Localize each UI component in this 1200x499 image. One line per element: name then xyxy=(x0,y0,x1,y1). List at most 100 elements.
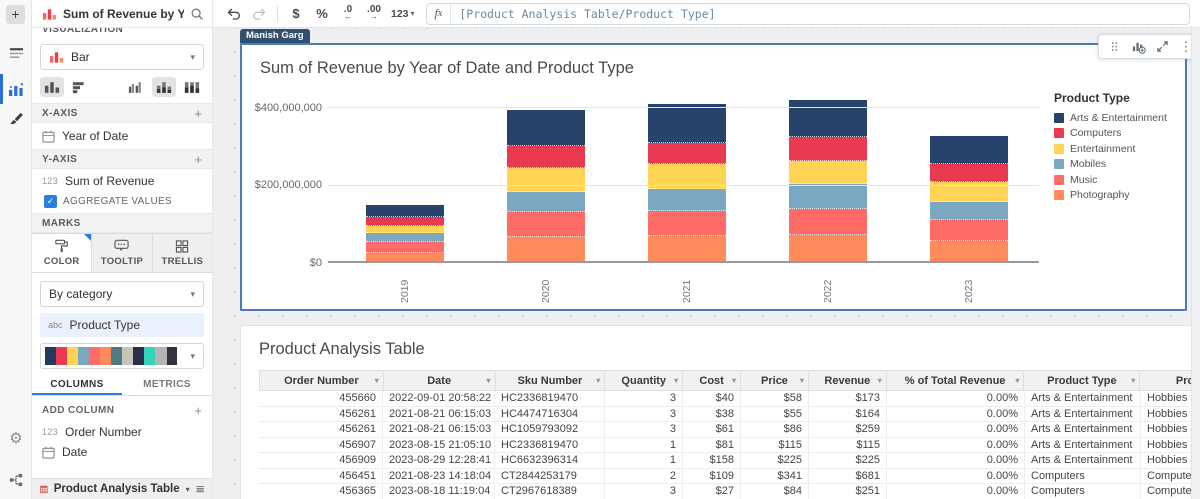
bar-segment-computers[interactable] xyxy=(648,143,726,164)
table-row[interactable]: 4562612021-08-21 06:15:03HC44747163043$3… xyxy=(259,407,1200,423)
table-cell[interactable]: CT2967618389 xyxy=(495,484,605,499)
redo-icon[interactable] xyxy=(247,3,271,25)
sort-caret-icon[interactable]: ▾ xyxy=(800,376,804,385)
table-cell[interactable]: 2023-08-15 21:05:10 xyxy=(383,438,495,453)
table-cell[interactable]: 2021-08-23 14:18:04 xyxy=(383,469,495,484)
table-header-cell[interactable]: Quantity▾ xyxy=(605,371,683,390)
table-header-cell[interactable]: Cost▾ xyxy=(683,371,741,390)
search-icon[interactable] xyxy=(190,7,204,21)
table-cell[interactable]: $58 xyxy=(741,391,809,406)
table-cell[interactable]: Arts & Entertainment xyxy=(1025,422,1141,437)
page-list-icon[interactable] xyxy=(0,40,32,66)
settings-gear-icon[interactable]: ⚙ xyxy=(0,425,32,451)
table-cell[interactable]: $225 xyxy=(809,453,887,468)
stacked-bar-2019[interactable] xyxy=(366,205,444,263)
bar-segment-mobiles[interactable] xyxy=(366,233,444,242)
tab-columns[interactable]: COLUMNS xyxy=(32,374,122,395)
maximize-icon[interactable] xyxy=(1151,36,1173,57)
bar-segment-photography[interactable] xyxy=(930,241,1008,263)
table-row[interactable]: 4569072023-08-15 21:05:10HC23368194701$8… xyxy=(259,438,1200,454)
bar-segment-photography[interactable] xyxy=(507,237,585,263)
column-item-date[interactable]: Date xyxy=(32,442,212,462)
bar-segment-arts-entertainment[interactable] xyxy=(648,104,726,142)
table-cell[interactable]: $115 xyxy=(809,438,887,453)
stacked-bar-2022[interactable] xyxy=(789,100,867,263)
bar-segment-mobiles[interactable] xyxy=(507,192,585,212)
stacked-bar-icon[interactable] xyxy=(152,77,176,97)
percent-format-button[interactable]: % xyxy=(310,3,334,25)
table-cell[interactable]: Computers xyxy=(1025,484,1141,499)
aggregate-values-row[interactable]: ✓ AGGREGATE VALUES xyxy=(32,193,212,213)
add-y-axis-icon[interactable]: + xyxy=(194,152,202,167)
table-cell[interactable]: Computers xyxy=(1025,469,1141,484)
table-cell[interactable]: 0.00% xyxy=(887,407,1025,422)
grouped-bar-icon[interactable] xyxy=(124,77,148,97)
table-cell[interactable]: 3 xyxy=(605,391,683,406)
table-cell[interactable]: 0.00% xyxy=(887,422,1025,437)
table-cell[interactable]: 2 xyxy=(605,469,683,484)
y-axis-field[interactable]: 123 Sum of Revenue xyxy=(32,169,212,193)
chart-element[interactable]: Sum of Revenue by Year of Date and Produ… xyxy=(240,43,1187,311)
table-cell[interactable]: 456451 xyxy=(259,469,383,484)
legend-item[interactable]: Mobiles xyxy=(1054,157,1186,173)
sort-caret-icon[interactable]: ▾ xyxy=(487,376,491,385)
table-cell[interactable]: 0.00% xyxy=(887,438,1025,453)
table-cell[interactable]: 3 xyxy=(605,407,683,422)
column-item-order-number[interactable]: 123 Order Number xyxy=(32,422,212,442)
number-format-dropdown[interactable]: 123▾ xyxy=(388,3,418,25)
horizontal-bar-icon[interactable] xyxy=(68,77,92,97)
table-cell[interactable]: 2023-08-18 11:19:04 xyxy=(383,484,495,499)
stacked-100-bar-icon[interactable] xyxy=(180,77,204,97)
bar-segment-music[interactable] xyxy=(648,211,726,236)
formula-bar[interactable]: fx [Product Analysis Table/Product Type] xyxy=(426,3,1190,25)
table-cell[interactable]: $681 xyxy=(809,469,887,484)
sort-caret-icon[interactable]: ▾ xyxy=(596,376,600,385)
add-x-axis-icon[interactable]: + xyxy=(194,106,202,121)
formula-input[interactable]: [Product Analysis Table/Product Type] xyxy=(451,7,723,21)
table-cell[interactable]: $259 xyxy=(809,422,887,437)
bar-segment-music[interactable] xyxy=(366,242,444,252)
table-element[interactable]: Product Analysis Table Order Number▾Date… xyxy=(240,325,1200,499)
table-cell[interactable]: Arts & Entertainment xyxy=(1025,453,1141,468)
table-cell[interactable]: $61 xyxy=(683,422,741,437)
sort-caret-icon[interactable]: ▾ xyxy=(878,376,882,385)
table-cell[interactable]: 456907 xyxy=(259,438,383,453)
legend-item[interactable]: Photography xyxy=(1054,188,1186,204)
table-cell[interactable]: $251 xyxy=(809,484,887,499)
table-row[interactable]: 4564512021-08-23 14:18:04CT28442531792$1… xyxy=(259,469,1200,485)
table-cell[interactable]: $225 xyxy=(741,453,809,468)
format-brush-icon[interactable] xyxy=(0,106,32,132)
bar-segment-entertainment[interactable] xyxy=(648,164,726,190)
table-cell[interactable]: 2023-08-29 12:28:41 xyxy=(383,453,495,468)
table-header-cell[interactable]: Order Number▾ xyxy=(260,371,384,390)
table-header-cell[interactable]: Revenue▾ xyxy=(809,371,887,390)
tab-tooltip[interactable]: TOOLTIP xyxy=(92,234,152,272)
explore-chart-icon[interactable] xyxy=(1127,36,1149,57)
table-cell[interactable]: $341 xyxy=(741,469,809,484)
table-cell[interactable]: Arts & Entertainment xyxy=(1025,391,1141,406)
palette-select[interactable]: ▾ xyxy=(40,343,204,369)
table-cell[interactable]: HC6632396314 xyxy=(495,453,605,468)
table-cell[interactable]: Arts & Entertainment xyxy=(1025,407,1141,422)
chart-type-select[interactable]: Bar ▾ xyxy=(40,44,204,70)
table-header-cell[interactable]: Price▾ xyxy=(741,371,809,390)
table-cell[interactable]: HC4474716304 xyxy=(495,407,605,422)
legend-item[interactable]: Computers xyxy=(1054,126,1186,142)
table-cell[interactable]: 0.00% xyxy=(887,484,1025,499)
bar-segment-photography[interactable] xyxy=(789,235,867,263)
table-header-cell[interactable]: % of Total Revenue▾ xyxy=(887,371,1025,390)
table-row[interactable]: 4556602022-09-01 20:58:22HC23368194703$4… xyxy=(259,391,1200,407)
tab-metrics[interactable]: METRICS xyxy=(122,374,212,395)
chevron-down-icon[interactable]: ▾ xyxy=(186,485,190,494)
table-cell[interactable]: 455660 xyxy=(259,391,383,406)
bar-segment-entertainment[interactable] xyxy=(507,168,585,192)
bar-segment-arts-entertainment[interactable] xyxy=(789,100,867,137)
table-cell[interactable]: $173 xyxy=(809,391,887,406)
vertical-bar-icon[interactable] xyxy=(40,77,64,97)
table-cell[interactable]: 456261 xyxy=(259,407,383,422)
table-cell[interactable]: 2021-08-21 06:15:03 xyxy=(383,407,495,422)
tab-trellis[interactable]: TRELLIS xyxy=(153,234,212,272)
sort-caret-icon[interactable]: ▾ xyxy=(1131,376,1135,385)
sort-caret-icon[interactable]: ▾ xyxy=(674,376,678,385)
color-by-select[interactable]: By category ▾ xyxy=(40,281,204,307)
